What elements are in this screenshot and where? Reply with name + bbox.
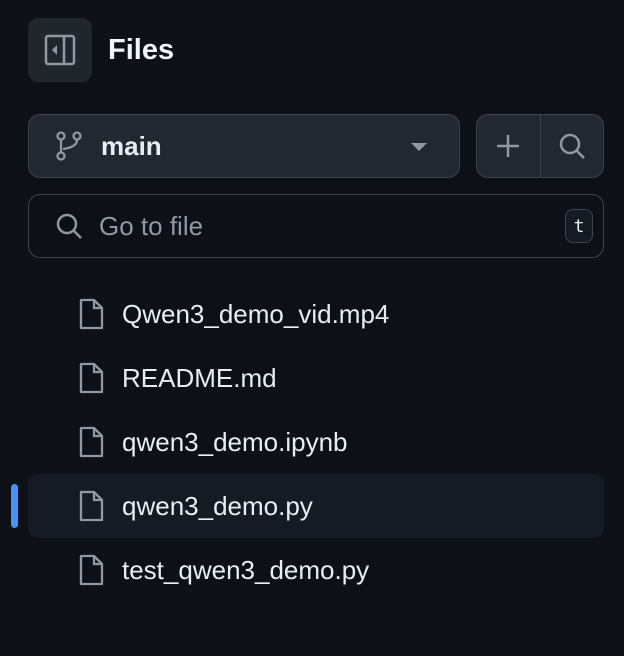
sidebar-collapse-icon	[44, 34, 76, 66]
file-name: README.md	[122, 362, 277, 393]
file-icon	[79, 426, 104, 458]
keyboard-shortcut-hint: t	[565, 209, 593, 243]
chevron-down-icon	[411, 143, 427, 151]
file-item[interactable]: Qwen3_demo_vid.mp4	[28, 282, 604, 346]
plus-icon	[497, 135, 520, 157]
search-icon	[56, 213, 82, 239]
file-icon	[79, 298, 104, 330]
file-actions	[476, 114, 604, 178]
search-code-button[interactable]	[541, 115, 604, 177]
page-title: Files	[108, 33, 175, 66]
file-item[interactable]: test_qwen3_demo.py	[28, 538, 604, 602]
file-name: test_qwen3_demo.py	[122, 554, 370, 585]
file-name: Qwen3_demo_vid.mp4	[122, 298, 390, 329]
file-item[interactable]: qwen3_demo.py	[11, 474, 604, 538]
file-item[interactable]: README.md	[28, 346, 604, 410]
collapse-sidebar-button[interactable]	[28, 18, 92, 82]
file-icon	[79, 362, 104, 394]
file-tree: Qwen3_demo_vid.mp4 README.md qwen3_demo.ip…	[11, 282, 604, 602]
file-item[interactable]: qwen3_demo.ipynb	[28, 410, 604, 474]
search-placeholder: Go to file	[99, 210, 204, 241]
go-to-file-input[interactable]: Go to file t	[28, 194, 604, 258]
file-name: qwen3_demo.ipynb	[122, 426, 348, 457]
git-branch-icon	[56, 131, 82, 161]
branch-selector[interactable]: main	[28, 114, 460, 178]
file-icon	[79, 490, 104, 522]
file-name: qwen3_demo.py	[122, 490, 313, 521]
file-icon	[79, 554, 104, 586]
files-header: Files	[28, 18, 174, 82]
search-icon	[559, 133, 585, 159]
branch-name: main	[101, 130, 162, 161]
add-file-button[interactable]	[477, 115, 541, 177]
